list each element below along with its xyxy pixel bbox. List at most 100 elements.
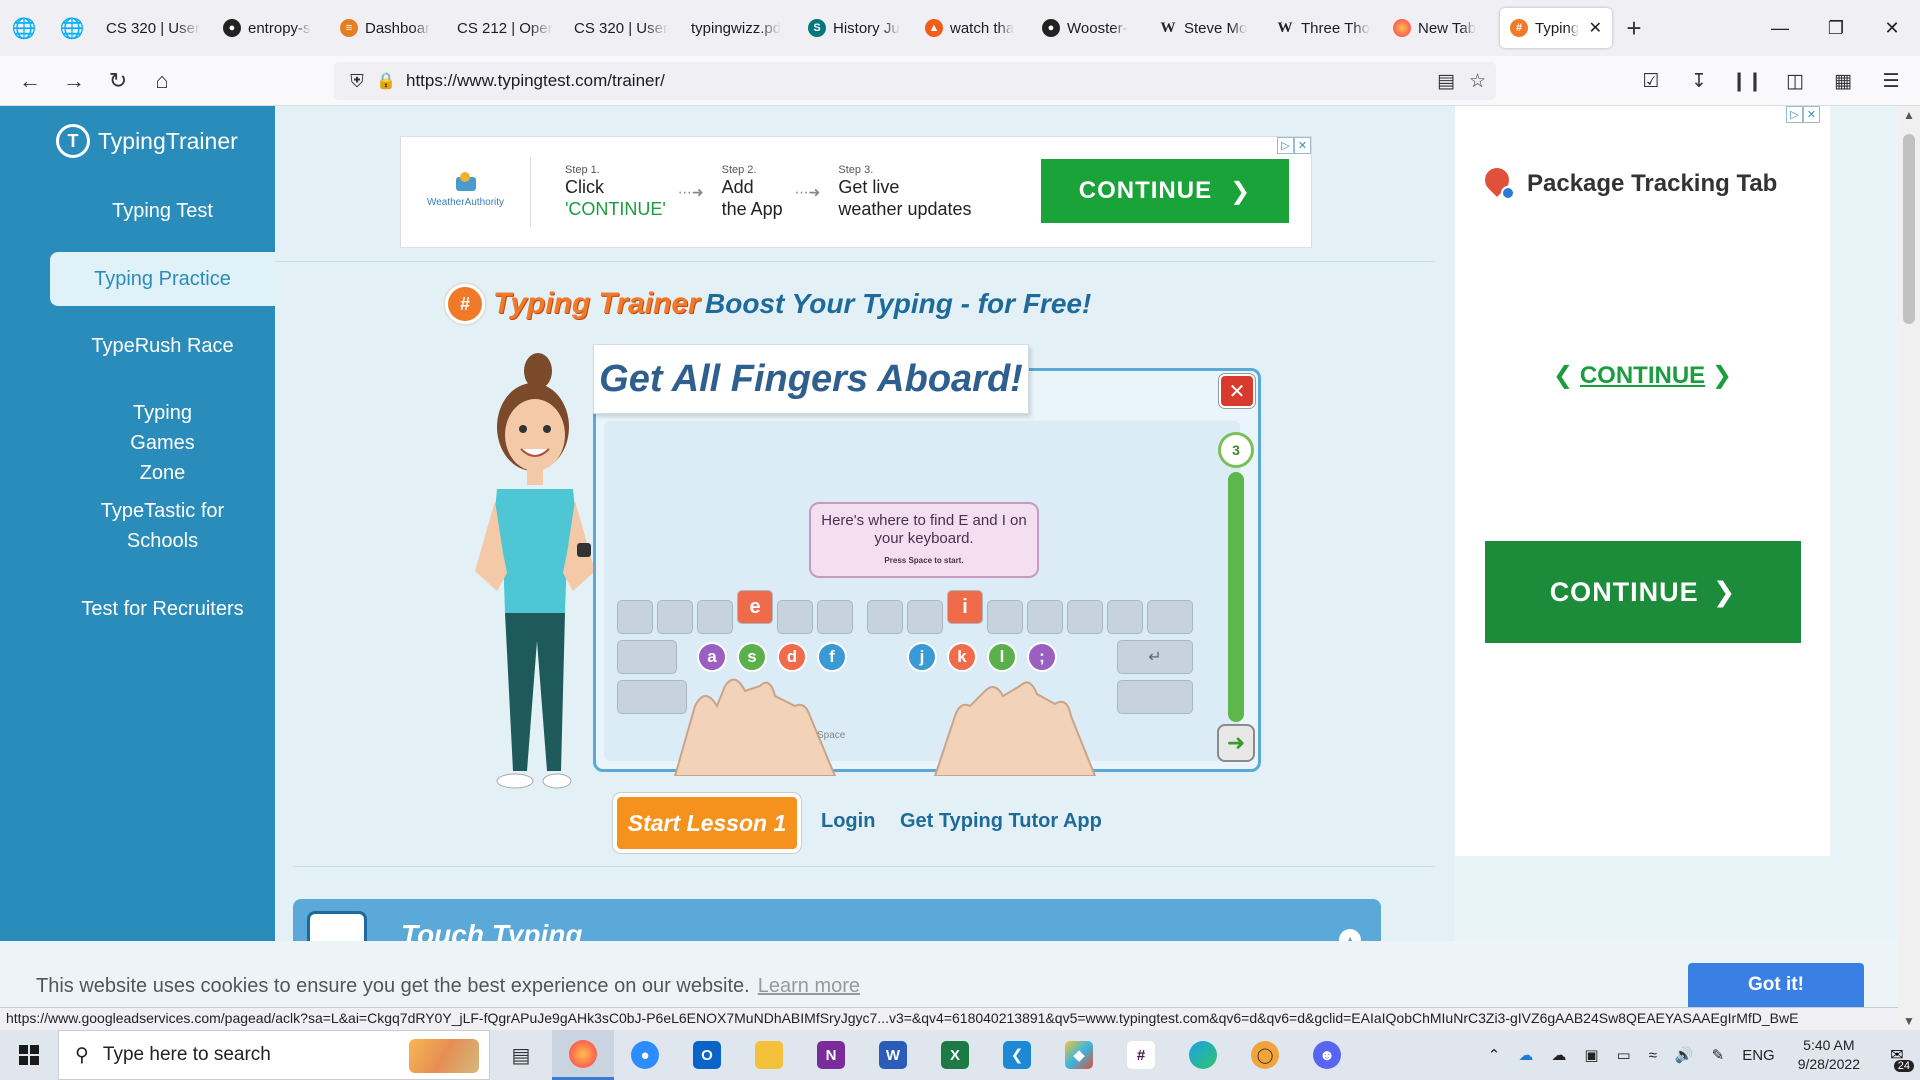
- minimize-icon[interactable]: —: [1752, 0, 1808, 56]
- browser-tab[interactable]: S History Ju: [798, 8, 915, 48]
- ad-title: Package Tracking Tab: [1479, 163, 1777, 202]
- cookie-accept-button[interactable]: Got it!: [1688, 963, 1864, 1007]
- ad-continue-button[interactable]: CONTINUE ❯: [1485, 541, 1801, 643]
- ad-continue-link[interactable]: ❮ CONTINUE ❯: [1455, 361, 1830, 390]
- taskbar-onenote[interactable]: N: [800, 1030, 862, 1080]
- next-arrow-button[interactable]: ➜: [1217, 724, 1255, 762]
- browser-tab[interactable]: CS 320 | User: [564, 8, 681, 48]
- taskbar-file-explorer[interactable]: [738, 1030, 800, 1080]
- new-tab-button[interactable]: +: [1612, 13, 1656, 44]
- onedrive-icon[interactable]: ☁: [1509, 1046, 1542, 1064]
- adchoices-icon[interactable]: ▷: [1277, 137, 1294, 154]
- download-icon[interactable]: ↧: [1678, 64, 1720, 98]
- task-view-icon[interactable]: ▤: [490, 1030, 552, 1080]
- lock-icon[interactable]: 🔒: [372, 71, 400, 91]
- get-app-link[interactable]: Get Typing Tutor App: [900, 810, 1102, 833]
- clock[interactable]: 5:40 AM 9/28/2022: [1784, 1036, 1874, 1074]
- shield-icon[interactable]: ⛨: [342, 71, 372, 92]
- learn-more-link[interactable]: Learn more: [758, 975, 860, 997]
- page-scrollbar[interactable]: ▲ ▼: [1898, 106, 1920, 1030]
- menu-icon[interactable]: ☰: [1870, 64, 1912, 98]
- chevron-up-icon[interactable]: ⌃: [1479, 1046, 1510, 1064]
- sidebar-item-typing-test[interactable]: Typing Test: [50, 196, 275, 226]
- site-brand[interactable]: T TypingTrainer: [56, 124, 238, 158]
- sidebar-item-typing-games-zone[interactable]: Typing Games Zone: [50, 398, 275, 488]
- browser-tab[interactable]: ≡ Dashboar: [330, 8, 447, 48]
- keyboard-key: [1027, 600, 1063, 634]
- language-indicator[interactable]: ENG: [1733, 1047, 1784, 1064]
- sidebar-toggle-icon[interactable]: ◫: [1774, 64, 1816, 98]
- wifi-icon[interactable]: ≈: [1640, 1047, 1666, 1064]
- volume-icon[interactable]: 🔊: [1666, 1046, 1703, 1064]
- taskbar-vscode[interactable]: ❮: [986, 1030, 1048, 1080]
- start-button[interactable]: [0, 1030, 58, 1080]
- sidebar-item-typerush-race[interactable]: TypeRush Race: [50, 331, 275, 361]
- scroll-down-icon[interactable]: ▼: [1898, 1014, 1920, 1028]
- browser-tab[interactable]: ● entropy-s: [213, 8, 330, 48]
- package-tracking-ad[interactable]: ▷ ✕ Package Tracking Tab ❮ CONTINUE ❯ CO…: [1455, 106, 1830, 856]
- taskbar-zoom[interactable]: ●: [614, 1030, 676, 1080]
- camera-icon[interactable]: ▣: [1575, 1046, 1607, 1064]
- taskbar-search[interactable]: ⚲ Type here to search: [58, 1030, 490, 1080]
- reader-view-icon[interactable]: ▤: [1437, 70, 1455, 93]
- ad-close-icon[interactable]: ✕: [1294, 137, 1311, 154]
- browser-tab[interactable]: typingwizz.pd: [681, 8, 798, 48]
- library-icon[interactable]: ❙❙: [1726, 64, 1768, 98]
- browser-tab[interactable]: W Three Tho: [1266, 8, 1383, 48]
- home-key-k: k: [947, 642, 977, 672]
- address-bar[interactable]: ⛨ 🔒 https://www.typingtest.com/trainer/ …: [334, 62, 1496, 100]
- sidebar-item-typing-practice[interactable]: Typing Practice: [50, 252, 275, 306]
- sidebar-item-test-for-recruiters[interactable]: Test for Recruiters: [50, 594, 275, 624]
- reload-icon[interactable]: ↻: [96, 63, 140, 99]
- browser-tab-active[interactable]: # Typing ✕: [1500, 8, 1612, 48]
- browser-tab[interactable]: ▲ watch tha: [915, 8, 1032, 48]
- ad-close-icon[interactable]: ✕: [1803, 106, 1820, 123]
- browser-tab[interactable]: CS 320 | User: [96, 8, 213, 48]
- back-icon[interactable]: ←: [8, 63, 52, 99]
- trainer-close-icon[interactable]: ✕: [1219, 374, 1255, 408]
- notification-icon[interactable]: ✉ 24: [1874, 1030, 1920, 1080]
- scroll-up-icon[interactable]: ▲: [1898, 108, 1920, 122]
- scrollbar-thumb[interactable]: [1903, 134, 1915, 324]
- onedrive-error-icon[interactable]: ☁: [1542, 1046, 1575, 1064]
- taskbar-firefox[interactable]: [552, 1030, 614, 1080]
- girl-illustration: [475, 353, 595, 789]
- word-icon: W: [879, 1041, 907, 1069]
- globe-icon[interactable]: 🌐: [0, 8, 48, 48]
- battery-icon[interactable]: ▭: [1608, 1046, 1640, 1064]
- taskbar-discord[interactable]: ☻: [1296, 1030, 1358, 1080]
- globe-icon[interactable]: 🌐: [48, 8, 96, 48]
- close-window-icon[interactable]: ✕: [1864, 0, 1920, 56]
- taskbar-outlook[interactable]: O: [676, 1030, 738, 1080]
- pocket-icon[interactable]: ☑: [1630, 64, 1672, 98]
- close-tab-icon[interactable]: ✕: [1589, 18, 1602, 38]
- space-label: Space: [817, 730, 846, 741]
- typingtrainer-logo-icon: T: [56, 124, 90, 158]
- taskbar-app-orange[interactable]: ◯: [1234, 1030, 1296, 1080]
- browser-tab[interactable]: New Tab: [1383, 8, 1500, 48]
- adchoices-icon[interactable]: ▷: [1786, 106, 1803, 123]
- keyboard-key: [1067, 600, 1103, 634]
- browser-tab[interactable]: ● Wooster-: [1032, 8, 1149, 48]
- ad-continue-button[interactable]: CONTINUE ❯: [1041, 159, 1289, 223]
- bookmark-star-icon[interactable]: ☆: [1469, 70, 1486, 93]
- taskbar-git[interactable]: ◆: [1048, 1030, 1110, 1080]
- browser-tab[interactable]: CS 212 | Oper: [447, 8, 564, 48]
- url-text[interactable]: https://www.typingtest.com/trainer/: [406, 71, 665, 91]
- start-lesson-button[interactable]: Start Lesson 1: [613, 793, 801, 853]
- home-icon[interactable]: ⌂: [140, 63, 184, 99]
- pen-icon[interactable]: ✎: [1703, 1046, 1734, 1064]
- keyboard-key: [1117, 680, 1193, 714]
- sidebar-item-typetastic[interactable]: TypeTastic for Schools: [50, 496, 275, 556]
- weather-ad-banner[interactable]: WeatherAuthority Step 1. Click 'CONTINUE'…: [400, 136, 1312, 248]
- taskbar-word[interactable]: W: [862, 1030, 924, 1080]
- restore-icon[interactable]: ❐: [1808, 0, 1864, 56]
- taskbar-edge[interactable]: [1172, 1030, 1234, 1080]
- extension-icon[interactable]: ▦: [1822, 64, 1864, 98]
- taskbar-slack[interactable]: #: [1110, 1030, 1172, 1080]
- browser-tab[interactable]: W Steve Mo: [1149, 8, 1266, 48]
- forward-icon[interactable]: →: [52, 63, 96, 99]
- firefox-icon: [1393, 19, 1411, 37]
- taskbar-excel[interactable]: X: [924, 1030, 986, 1080]
- login-link[interactable]: Login: [821, 810, 875, 833]
